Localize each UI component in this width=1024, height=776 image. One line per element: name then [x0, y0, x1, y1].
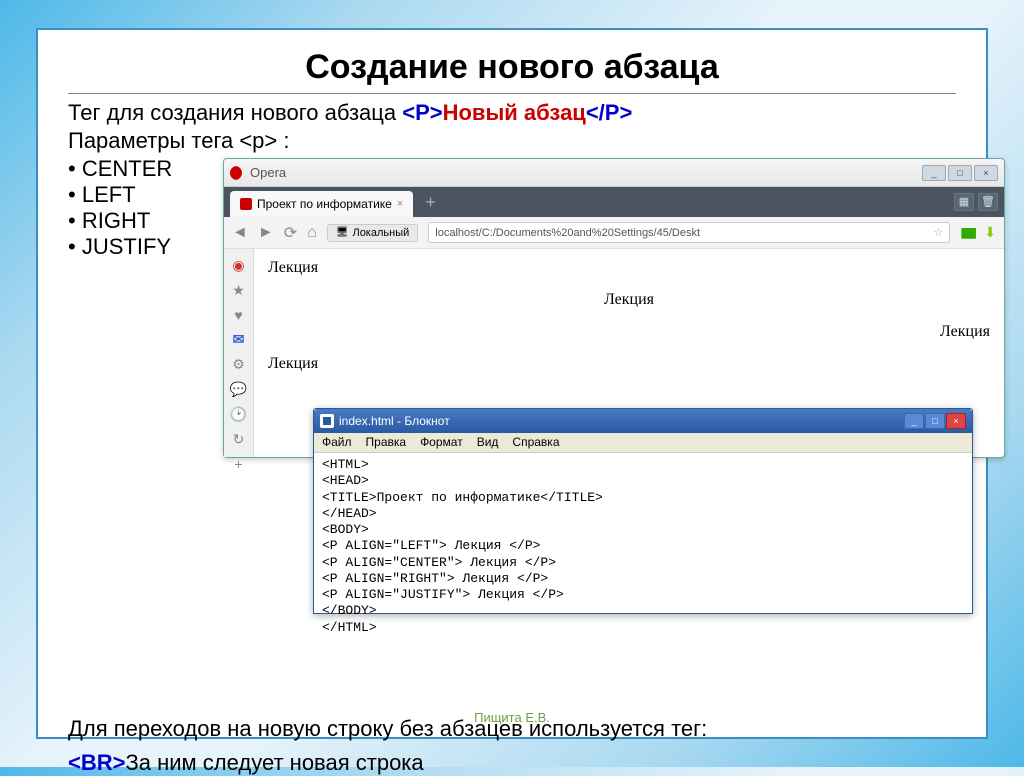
sidebar-heart-icon[interactable]: ♥ [230, 307, 248, 323]
menu-edit[interactable]: Правка [366, 435, 407, 450]
sidebar-mail-icon[interactable]: ✉ [230, 331, 248, 348]
maximize-button[interactable]: □ [948, 165, 972, 181]
panel-button[interactable]: ▦ [954, 193, 974, 211]
menu-format[interactable]: Формат [420, 435, 463, 450]
forward-button[interactable]: ► [258, 224, 274, 242]
menu-help[interactable]: Справка [512, 435, 559, 450]
notepad-title: index.html - Блокнот [339, 414, 450, 428]
active-tab[interactable]: Проект по информатике × [230, 191, 413, 217]
notepad-window: index.html - Блокнот _ □ × Файл Правка Ф… [313, 408, 973, 614]
paragraph-center: Лекция [268, 291, 990, 309]
address-mode-label[interactable]: Локальный [327, 224, 419, 242]
sidebar-refresh-icon[interactable]: ↻ [230, 431, 248, 448]
notepad-icon [320, 414, 334, 428]
home-button[interactable]: ⌂ [307, 224, 317, 242]
intro-line: Тег для создания нового абзаца <P>Новый … [68, 100, 956, 126]
footer-line2: <BR>За ним следует новая строка [68, 750, 956, 776]
tab-close-icon[interactable]: × [397, 198, 403, 210]
sidebar-plus-icon[interactable]: + [230, 456, 248, 472]
trash-button[interactable]: 🗑 [978, 193, 998, 211]
opera-titlebar[interactable]: Opera _ □ × [224, 159, 1004, 187]
signal-icon[interactable]: ▮▮▮ [960, 224, 974, 241]
sidebar-clock-icon[interactable]: 🕑 [230, 406, 248, 423]
paragraph-justify: Лекция [268, 355, 990, 373]
opera-tab-bar: Проект по информатике × + ▦ 🗑 [224, 187, 1004, 217]
menu-view[interactable]: Вид [477, 435, 499, 450]
opera-sidebar: ◉ ★ ♥ ✉ ⚙ 💬 🕑 ↻ + [224, 249, 254, 457]
url-text: localhost/C:/Documents%20and%20Settings/… [435, 227, 700, 239]
back-button[interactable]: ◄ [232, 224, 248, 242]
notepad-content[interactable]: <HTML> <HEAD> <TITLE>Проект по информати… [314, 453, 972, 640]
sidebar-opera-icon[interactable]: ◉ [230, 257, 248, 274]
slide-title: Создание нового абзаца [68, 48, 956, 94]
params-label: Параметры тега <p> : [68, 128, 956, 154]
opera-app-title: Opera [250, 165, 916, 180]
bookmark-star-icon[interactable]: ☆ [933, 226, 943, 239]
tab-favicon-icon [240, 198, 252, 210]
notepad-menu-bar: Файл Правка Формат Вид Справка [314, 433, 972, 453]
opera-toolbar: ◄ ► ⟳ ⌂ Локальный localhost/C:/Documents… [224, 217, 1004, 249]
reload-button[interactable]: ⟳ [284, 223, 297, 243]
author-name: Пищита Е.В. [38, 710, 986, 725]
br-tag: <BR> [68, 750, 125, 775]
menu-file[interactable]: Файл [322, 435, 352, 450]
opera-window-controls: _ □ × [922, 165, 998, 181]
p-close-tag: </P> [586, 100, 632, 125]
np-maximize-button[interactable]: □ [925, 413, 945, 429]
tab-label: Проект по информатике [257, 197, 392, 211]
np-close-button[interactable]: × [946, 413, 966, 429]
address-bar[interactable]: localhost/C:/Documents%20and%20Settings/… [428, 222, 950, 243]
download-icon[interactable]: ⬇ [984, 224, 996, 241]
p-tag-text: Новый абзац [443, 100, 586, 125]
new-tab-button[interactable]: + [417, 192, 444, 213]
close-button[interactable]: × [974, 165, 998, 181]
sidebar-star-icon[interactable]: ★ [230, 282, 248, 299]
slide-container: Создание нового абзаца Тег для создания … [36, 28, 988, 739]
opera-logo-icon [230, 166, 244, 180]
np-minimize-button[interactable]: _ [904, 413, 924, 429]
paragraph-right: Лекция [268, 323, 990, 341]
sidebar-gear-icon[interactable]: ⚙ [230, 356, 248, 373]
intro-pre: Тег для создания нового абзаца [68, 100, 402, 125]
notepad-titlebar[interactable]: index.html - Блокнот _ □ × [314, 409, 972, 433]
sidebar-chat-icon[interactable]: 💬 [230, 381, 248, 398]
paragraph-left: Лекция [268, 259, 990, 277]
p-open-tag: <P> [402, 100, 442, 125]
minimize-button[interactable]: _ [922, 165, 946, 181]
footer-after: За ним следует новая строка [125, 750, 423, 775]
